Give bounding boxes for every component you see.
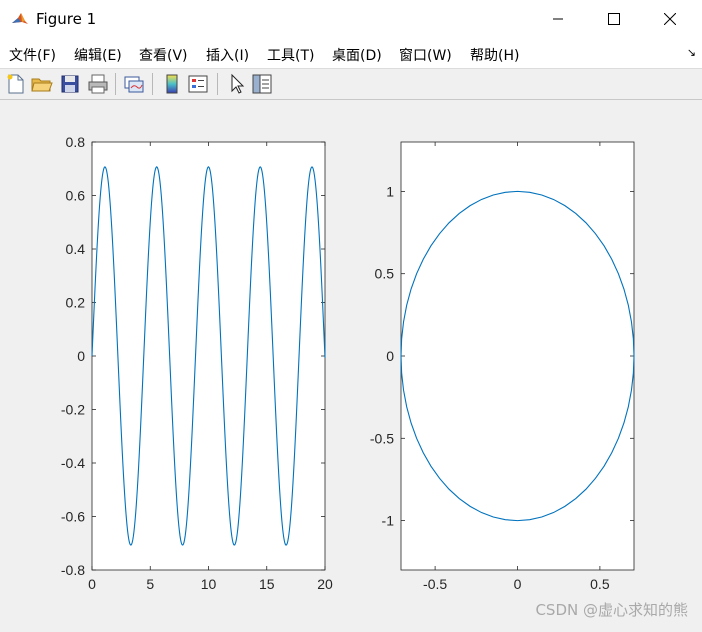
matlab-icon <box>10 9 30 29</box>
link-plot-icon[interactable] <box>122 72 146 96</box>
y-tick-label: 0.4 <box>66 241 86 257</box>
menu-window[interactable]: 窗口(W) <box>399 45 452 65</box>
x-tick-label: 0 <box>514 576 522 592</box>
colorbar-icon[interactable] <box>160 72 184 96</box>
maximize-icon <box>608 13 620 25</box>
legend-icon[interactable] <box>186 72 210 96</box>
x-tick-label: 5 <box>146 576 154 592</box>
open-file-icon[interactable] <box>30 72 54 96</box>
menu-file[interactable]: 文件(F) <box>9 45 56 65</box>
x-tick-label: 0.5 <box>590 576 610 592</box>
x-tick-label: 20 <box>317 576 333 592</box>
save-icon[interactable] <box>58 72 82 96</box>
y-tick-label: 1 <box>386 183 394 199</box>
print-icon[interactable] <box>86 72 110 96</box>
close-button[interactable] <box>642 0 698 38</box>
menu-bar: 文件(F) 编辑(E) 查看(V) 插入(I) 工具(T) 桌面(D) 窗口(W… <box>0 38 702 69</box>
property-inspector-icon[interactable] <box>250 72 274 96</box>
x-tick-label: 15 <box>259 576 275 592</box>
figure-canvas: 0 5 10 15 20 -0.8 -0.6 -0.4 -0.2 0 0.2 0.4 0.6 0.8 -0.… <box>0 100 702 628</box>
y-tick-label: -0.6 <box>61 509 85 525</box>
menu-edit[interactable]: 编辑(E) <box>74 45 122 65</box>
close-icon <box>664 13 676 25</box>
axes-box <box>400 141 635 571</box>
figure-plots: 0 5 10 15 20-0.8-0.6-0.4-0.200.20.40.60.8-0.… <box>61 134 635 592</box>
menu-tools[interactable]: 工具(T) <box>267 45 314 65</box>
axes-1: 0 5 10 15 20 -0.8 -0.6 -0.4 -0.2 0 0.2 0.4 0.6 0.8 <box>61 134 333 592</box>
minimize-icon <box>553 18 563 20</box>
x-tick-label: 0 <box>88 576 96 592</box>
window-title: Figure 1 <box>36 10 97 28</box>
menu-view[interactable]: 查看(V) <box>139 45 188 65</box>
x-tick-label: 10 <box>201 576 217 592</box>
x-tick-label: -0.5 <box>423 576 447 592</box>
y-tick-label: 0.6 <box>66 188 86 204</box>
axes-2: -0.5 0 0.5 -1 -0.5 0 0.5 1 <box>370 141 635 592</box>
new-figure-icon[interactable] <box>4 72 28 96</box>
y-tick-label: -0.8 <box>61 562 85 578</box>
y-tick-label: 0 <box>386 348 394 364</box>
minimize-button[interactable] <box>530 0 586 38</box>
dock-arrow-icon[interactable]: ↘ <box>687 46 696 59</box>
watermark-text: CSDN @虚心求知的熊 <box>535 601 688 619</box>
y-tick-label: -0.4 <box>61 455 85 471</box>
menu-insert[interactable]: 插入(I) <box>206 45 249 65</box>
maximize-button[interactable] <box>586 0 642 38</box>
pointer-icon[interactable] <box>224 72 248 96</box>
y-tick-label: -0.2 <box>61 402 85 418</box>
y-tick-label: 0 <box>77 348 85 364</box>
y-tick-label: 0.8 <box>66 134 86 150</box>
toolbar <box>0 69 702 100</box>
title-bar: Figure 1 <box>0 0 702 38</box>
y-tick-label: -0.5 <box>370 430 394 446</box>
menu-help[interactable]: 帮助(H) <box>470 45 519 65</box>
toolbar-separator <box>115 73 116 95</box>
toolbar-separator <box>152 73 153 95</box>
y-tick-label: -1 <box>382 513 395 529</box>
y-tick-label: 0.2 <box>66 295 86 311</box>
axes-box <box>91 141 326 571</box>
menu-desktop[interactable]: 桌面(D) <box>332 45 382 65</box>
y-tick-label: 0.5 <box>375 266 395 282</box>
toolbar-separator <box>217 73 218 95</box>
